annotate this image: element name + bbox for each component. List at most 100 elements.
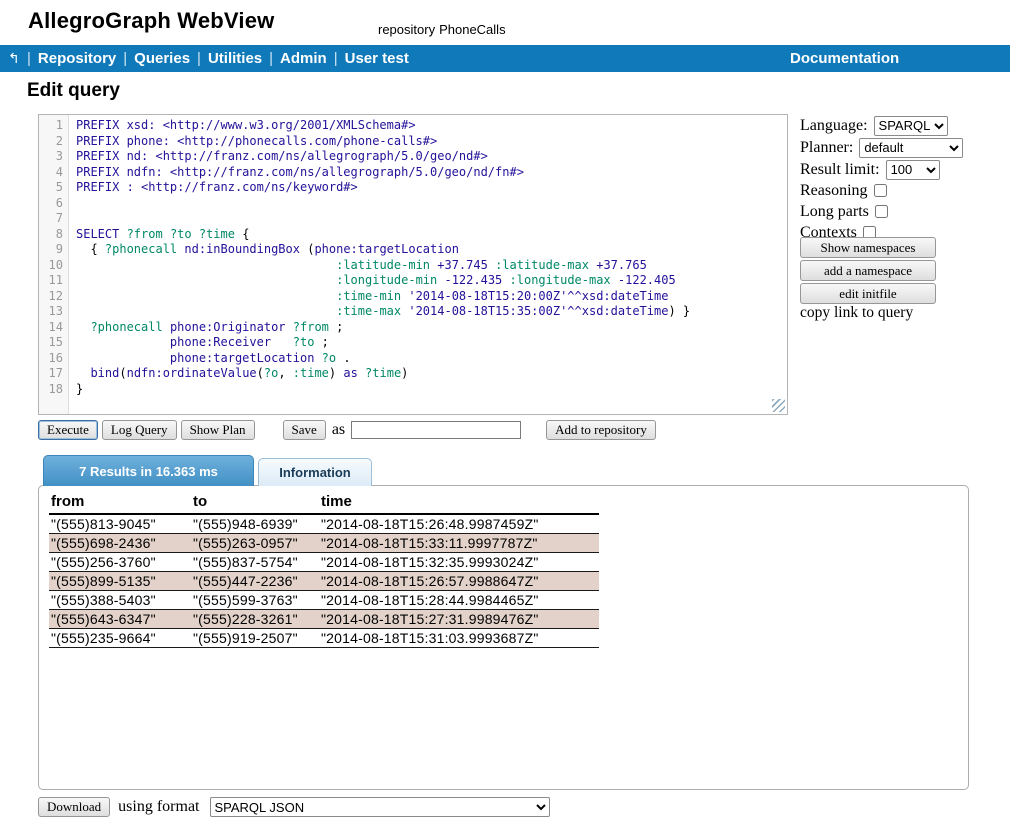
- cell-to: "(555)919-2507": [191, 629, 319, 648]
- add-to-repository-button[interactable]: Add to repository: [546, 420, 656, 440]
- table-header-row: from to time: [49, 492, 599, 514]
- line-number: 11: [39, 273, 63, 289]
- execute-button[interactable]: Execute: [38, 420, 98, 440]
- line-number: 8: [39, 227, 63, 243]
- table-row: "(555)256-3760""(555)837-5754""2014-08-1…: [49, 553, 599, 572]
- code-line: }: [76, 382, 787, 398]
- planner-label: Planner:: [800, 139, 853, 157]
- add-namespace-button[interactable]: add a namespace: [800, 260, 936, 281]
- line-number: 9: [39, 242, 63, 258]
- code-line: [76, 211, 787, 227]
- line-number: 7: [39, 211, 63, 227]
- code-line: PREFIX ndfn: <http://franz.com/ns/allegr…: [76, 165, 787, 181]
- code-line: [76, 196, 787, 212]
- cell-to: "(555)263-0957": [191, 534, 319, 553]
- save-as-label: as: [332, 421, 345, 439]
- language-row: Language: SPARQL: [800, 115, 948, 136]
- download-button[interactable]: Download: [38, 797, 110, 817]
- cell-time: "2014-08-18T15:28:44.9984465Z": [319, 591, 599, 610]
- repository-name[interactable]: PhoneCalls: [439, 22, 506, 37]
- line-number: 4: [39, 165, 63, 181]
- table-row: "(555)899-5135""(555)447-2236""2014-08-1…: [49, 572, 599, 591]
- cell-from: "(555)698-2436": [49, 534, 191, 553]
- format-select[interactable]: SPARQL JSON: [210, 797, 550, 817]
- code-line: { ?phonecall nd:inBoundingBox (phone:tar…: [76, 242, 787, 258]
- editor-line-numbers: 123456789101112131415161718: [39, 115, 69, 414]
- edit-initfile-button[interactable]: edit initfile: [800, 283, 936, 304]
- reasoning-row: Reasoning: [800, 180, 887, 201]
- cell-to: "(555)228-3261": [191, 610, 319, 629]
- editor-resize-handle[interactable]: [772, 399, 785, 412]
- nav-item-admin[interactable]: Admin: [280, 50, 327, 67]
- result-limit-row: Result limit: 100: [800, 159, 940, 180]
- line-number: 10: [39, 258, 63, 274]
- line-number: 14: [39, 320, 63, 336]
- save-button[interactable]: Save: [283, 420, 326, 440]
- code-line: :time-max '2014-08-18T15:35:00Z'^^xsd:da…: [76, 304, 787, 320]
- copy-link-to-query[interactable]: copy link to query: [800, 304, 913, 322]
- code-line: :latitude-min +37.745 :latitude-max +37.…: [76, 258, 787, 274]
- show-namespaces-button[interactable]: Show namespaces: [800, 237, 936, 258]
- results-table-body: "(555)813-9045""(555)948-6939""2014-08-1…: [49, 514, 599, 648]
- results-table: from to time "(555)813-9045""(555)948-69…: [49, 492, 599, 648]
- nav-item-repository[interactable]: Repository: [38, 50, 116, 67]
- cell-time: "2014-08-18T15:33:11.9997787Z": [319, 534, 599, 553]
- nav-separator: |: [123, 50, 127, 67]
- result-limit-select[interactable]: 100: [886, 160, 940, 180]
- code-line: phone:targetLocation ?o .: [76, 351, 787, 367]
- cell-time: "2014-08-18T15:26:48.9987459Z": [319, 514, 599, 534]
- nav-items: |Repository|Queries|Utilities|Admin|User…: [20, 45, 409, 72]
- long-parts-label: Long parts: [800, 203, 869, 221]
- cell-to: "(555)837-5754": [191, 553, 319, 572]
- long-parts-row: Long parts: [800, 201, 888, 222]
- nav-item-queries[interactable]: Queries: [134, 50, 190, 67]
- code-line: :time-min '2014-08-18T15:20:00Z'^^xsd:da…: [76, 289, 787, 305]
- code-line: PREFIX nd: <http://franz.com/ns/allegrog…: [76, 149, 787, 165]
- query-editor[interactable]: 123456789101112131415161718 PREFIX xsd: …: [38, 114, 788, 415]
- tab-information-label: Information: [279, 465, 351, 480]
- code-line: ?phonecall phone:Originator ?from ;: [76, 320, 787, 336]
- cell-from: "(555)643-6347": [49, 610, 191, 629]
- show-plan-button[interactable]: Show Plan: [181, 420, 255, 440]
- line-number: 2: [39, 134, 63, 150]
- cell-from: "(555)256-3760": [49, 553, 191, 572]
- language-label: Language:: [800, 117, 868, 135]
- code-line: PREFIX xsd: <http://www.w3.org/2001/XMLS…: [76, 118, 787, 134]
- table-row: "(555)388-5403""(555)599-3763""2014-08-1…: [49, 591, 599, 610]
- nav-item-user-test[interactable]: User test: [345, 50, 409, 67]
- nav-item-utilities[interactable]: Utilities: [208, 50, 262, 67]
- editor-code[interactable]: PREFIX xsd: <http://www.w3.org/2001/XMLS…: [69, 115, 787, 414]
- repository-label: repository: [378, 22, 435, 37]
- reasoning-checkbox[interactable]: [874, 184, 887, 197]
- cell-from: "(555)388-5403": [49, 591, 191, 610]
- tab-results[interactable]: 7 Results in 16.363 ms: [43, 455, 254, 486]
- cell-time: "2014-08-18T15:26:57.9988647Z": [319, 572, 599, 591]
- line-number: 17: [39, 366, 63, 382]
- using-format-label: using format: [118, 798, 199, 816]
- results-panel: from to time "(555)813-9045""(555)948-69…: [38, 485, 969, 790]
- line-number: 16: [39, 351, 63, 367]
- nav-item-documentation[interactable]: Documentation: [790, 45, 899, 72]
- table-row: "(555)698-2436""(555)263-0957""2014-08-1…: [49, 534, 599, 553]
- planner-select[interactable]: default: [859, 138, 963, 158]
- tab-results-label: 7 Results in 16.363 ms: [79, 464, 218, 479]
- planner-row: Planner: default: [800, 137, 963, 158]
- actions-row: Execute Log Query Show Plan Save as Add …: [38, 419, 656, 441]
- language-select[interactable]: SPARQL: [874, 116, 948, 136]
- code-line: PREFIX phone: <http://phonecalls.com/pho…: [76, 134, 787, 150]
- page-title: Edit query: [27, 80, 120, 102]
- app-title: AllegroGraph WebView: [28, 8, 274, 34]
- back-icon[interactable]: ↰: [8, 45, 20, 72]
- table-row: "(555)643-6347""(555)228-3261""2014-08-1…: [49, 610, 599, 629]
- line-number: 13: [39, 304, 63, 320]
- save-name-input[interactable]: [351, 421, 521, 439]
- long-parts-checkbox[interactable]: [875, 205, 888, 218]
- line-number: 15: [39, 335, 63, 351]
- column-header-from: from: [49, 492, 191, 514]
- table-row: "(555)813-9045""(555)948-6939""2014-08-1…: [49, 514, 599, 534]
- column-header-to: to: [191, 492, 319, 514]
- nav-separator: |: [269, 50, 273, 67]
- log-query-button[interactable]: Log Query: [102, 420, 177, 440]
- line-number: 3: [39, 149, 63, 165]
- tab-information[interactable]: Information: [258, 458, 372, 486]
